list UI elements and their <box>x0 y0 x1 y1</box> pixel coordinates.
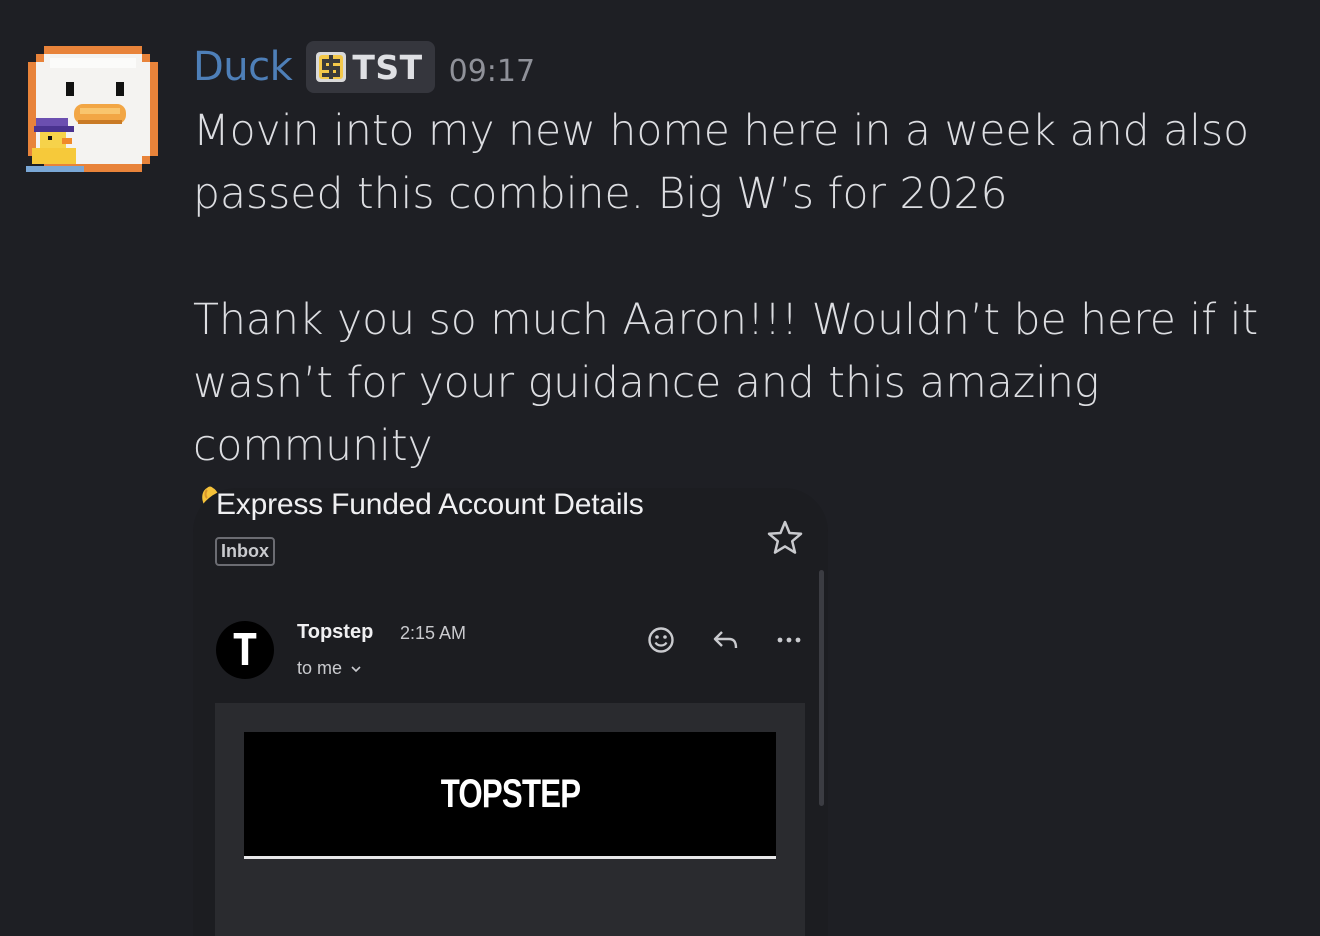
sender-avatar: T <box>216 621 274 679</box>
brand-banner: TOPSTEP <box>244 732 776 859</box>
brand-logo: TOPSTEP <box>440 771 580 816</box>
message-timestamp[interactable]: 09:17 <box>449 54 535 89</box>
username[interactable]: Duck <box>193 44 293 90</box>
guild-tag-label: TST <box>352 47 423 87</box>
scrollbar <box>819 570 824 806</box>
user-avatar[interactable] <box>26 42 160 176</box>
star-icon <box>767 520 803 554</box>
reply-icon <box>713 631 738 649</box>
recipient-label: to me <box>297 658 343 678</box>
inbox-label: Inbox <box>215 537 275 566</box>
gold-coin-icon <box>316 52 347 82</box>
message-paragraph: Movin into my new home here in a week an… <box>193 107 1250 219</box>
sender-name: Topstep <box>297 621 374 643</box>
message-header: Duck TST 09:17 <box>193 40 535 94</box>
email-subject: Express Funded Account Details <box>216 488 644 521</box>
guild-tag[interactable]: TST <box>306 41 435 93</box>
emoji-react-icon <box>648 627 674 653</box>
recipient: to me <box>297 658 362 679</box>
image-attachment[interactable]: Express Funded Account Details Inbox T T… <box>193 488 828 936</box>
more-options-icon <box>777 637 801 643</box>
sent-time: 2:15 AM <box>400 623 467 643</box>
chevron-down-icon <box>351 665 361 672</box>
chat-message: Duck TST 09:17 Movin into my new home he… <box>0 0 1320 936</box>
email-body: TOPSTEP <box>215 703 805 936</box>
message-content: Movin into my new home here in a week an… <box>193 100 1313 542</box>
message-paragraph: Thank you so much Aaron!!! Wouldn’t be h… <box>193 296 1259 471</box>
